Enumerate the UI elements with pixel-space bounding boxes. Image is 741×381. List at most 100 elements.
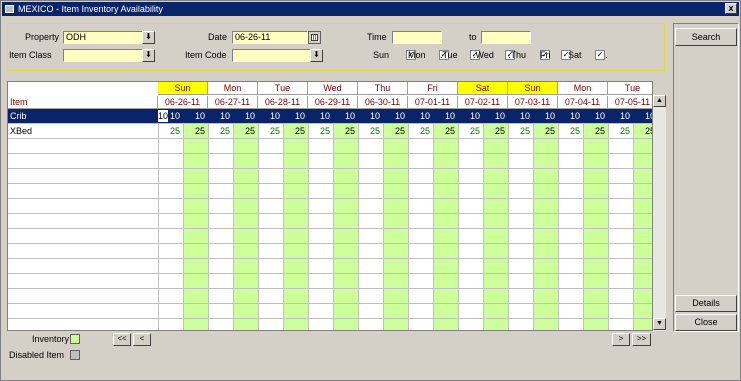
trailing-dot: .	[605, 50, 608, 60]
inventory-cell[interactable]: 25	[408, 124, 432, 138]
scroll-down-icon[interactable]: ▼	[653, 318, 666, 330]
empty-row[interactable]	[8, 259, 652, 274]
inventory-cell[interactable]: 25	[258, 124, 282, 138]
day-header: Thu	[358, 82, 408, 95]
table-row[interactable]: XBed 25 25 25 25 25 25 25 25 25 25 25 25 25 25 25 25 25 25…	[8, 124, 652, 139]
empty-row[interactable]	[8, 244, 652, 259]
empty-row[interactable]	[8, 184, 652, 199]
property-dropdown-icon[interactable]: ⬇	[142, 31, 155, 44]
day-header: Mon	[558, 82, 608, 95]
time-from-field[interactable]	[392, 31, 442, 44]
empty-row[interactable]	[8, 169, 652, 184]
day-label-1: Mon	[408, 50, 426, 60]
empty-row[interactable]	[8, 199, 652, 214]
empty-row[interactable]	[8, 154, 652, 169]
inventory-cell[interactable]: 25	[333, 124, 357, 138]
last-page-button[interactable]: >>	[632, 333, 651, 346]
inventory-cell[interactable]: 10	[508, 109, 532, 123]
inventory-cell[interactable]: 10	[183, 109, 207, 123]
previous-page-button[interactable]: <	[133, 333, 151, 346]
item-name: XBed	[10, 126, 33, 136]
item-name: Crib	[10, 111, 27, 121]
inventory-cell[interactable]: 25	[608, 124, 632, 138]
inventory-cell[interactable]: 25	[358, 124, 382, 138]
inventory-cell[interactable]: 10	[233, 109, 257, 123]
inventory-cell[interactable]: 25	[183, 124, 207, 138]
inventory-cell[interactable]: 10	[483, 109, 507, 123]
inventory-cell[interactable]: 25	[158, 124, 182, 138]
inventory-cell[interactable]: 25	[433, 124, 457, 138]
date-label: Date	[208, 32, 228, 42]
inventory-cell[interactable]: 10	[633, 109, 652, 123]
inventory-cell[interactable]: 10	[208, 109, 232, 123]
empty-row[interactable]	[8, 319, 652, 330]
property-field[interactable]: ODH	[63, 31, 143, 44]
time-to-field[interactable]	[481, 31, 531, 44]
empty-row[interactable]	[8, 304, 652, 319]
day-header: Wed	[308, 82, 358, 95]
button-pane: Search Details Close	[673, 23, 739, 332]
item-inventory-window: MEXICO - Item Inventory Availability x P…	[0, 0, 741, 381]
inventory-cell[interactable]: 10	[533, 109, 557, 123]
table-row[interactable]: Crib 10 10 10 10 10 10 10 10 10 10 10 10 10 10 10 10 10 10…	[8, 109, 652, 124]
inventory-cell[interactable]: 10	[608, 109, 632, 123]
inventory-cell[interactable]: 10	[433, 109, 457, 123]
date-header: 06-28-11	[258, 96, 308, 109]
inventory-cell[interactable]: 10	[383, 109, 407, 123]
inventory-cell[interactable]: 25	[558, 124, 582, 138]
close-button[interactable]: Close	[675, 314, 737, 331]
calendar-icon[interactable]	[308, 31, 321, 44]
empty-row[interactable]	[8, 229, 652, 244]
item-class-dropdown-icon[interactable]: ⬇	[142, 49, 155, 62]
inventory-cell[interactable]: 10	[283, 109, 307, 123]
date-header: 07-03-11	[508, 96, 558, 109]
first-page-button[interactable]: <<	[113, 333, 131, 346]
inventory-cell[interactable]: 10	[308, 109, 332, 123]
inventory-cell[interactable]: 25	[308, 124, 332, 138]
search-button-label: Search	[691, 32, 721, 42]
empty-row[interactable]	[8, 214, 652, 229]
inventory-cell[interactable]: 25	[233, 124, 257, 138]
date-header: 06-30-11	[358, 96, 408, 109]
inventory-cell[interactable]: 10	[333, 109, 357, 123]
date-field[interactable]: 06-26-11	[232, 31, 308, 44]
item-class-field[interactable]	[63, 49, 143, 62]
inventory-cell[interactable]: 25	[208, 124, 232, 138]
inventory-cell[interactable]: 25	[508, 124, 532, 138]
day-header: Sun	[158, 82, 208, 95]
empty-row[interactable]	[8, 289, 652, 304]
inventory-cell[interactable]: 25	[583, 124, 607, 138]
vertical-scrollbar[interactable]: ▲ ▼	[653, 95, 666, 331]
date-header: 07-02-11	[458, 96, 508, 109]
day-checkbox-6[interactable]: ✓	[595, 50, 605, 60]
date-header: 07-04-11	[558, 96, 608, 109]
inventory-cell[interactable]: 25	[483, 124, 507, 138]
date-header: 07-05-11	[608, 96, 652, 109]
inventory-cell[interactable]: 25	[533, 124, 557, 138]
item-code-dropdown-icon[interactable]: ⬇	[310, 49, 323, 62]
close-button-label: Close	[694, 317, 718, 327]
day-header: Sun	[508, 82, 558, 95]
cell-cursor[interactable]: 10	[158, 110, 168, 122]
close-window-button[interactable]: x	[725, 3, 737, 14]
empty-row[interactable]	[8, 139, 652, 154]
inventory-cell[interactable]: 25	[283, 124, 307, 138]
item-code-field[interactable]	[232, 49, 311, 62]
inventory-cell[interactable]: 10	[258, 109, 282, 123]
inventory-cell[interactable]: 25	[633, 124, 652, 138]
inventory-cell[interactable]: 10	[583, 109, 607, 123]
details-button[interactable]: Details	[675, 295, 737, 312]
inventory-cell[interactable]: 10	[558, 109, 582, 123]
day-label-5: Fri	[540, 50, 551, 60]
next-page-button[interactable]: >	[612, 333, 630, 346]
filter-panel: Property ODH ⬇ Date 06-26-11 Time to Ite…	[7, 23, 665, 71]
inventory-cell[interactable]: 25	[383, 124, 407, 138]
inventory-cell[interactable]: 10	[358, 109, 382, 123]
item-code-label: Item Code	[185, 50, 227, 60]
inventory-cell[interactable]: 10	[408, 109, 432, 123]
search-button[interactable]: Search	[675, 28, 737, 46]
inventory-cell[interactable]: 25	[458, 124, 482, 138]
empty-row[interactable]	[8, 274, 652, 289]
scroll-up-icon[interactable]: ▲	[653, 95, 666, 107]
inventory-cell[interactable]: 10	[458, 109, 482, 123]
